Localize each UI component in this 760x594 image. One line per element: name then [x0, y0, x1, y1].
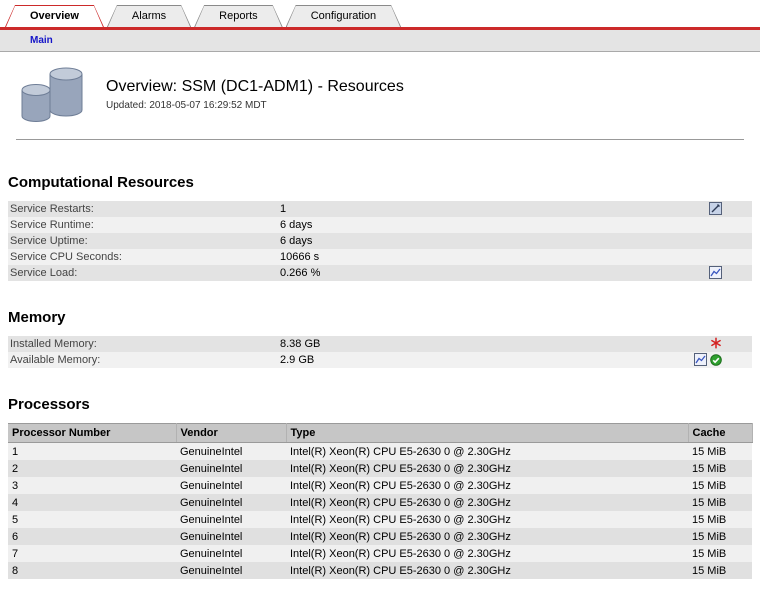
tab-overview[interactable]: Overview — [5, 5, 104, 27]
tab-bar: Overview Alarms Reports Configuration — [0, 0, 760, 30]
alarm-indicator-icon — [710, 337, 722, 349]
table-cell: 15 MiB — [688, 511, 752, 528]
processors-table: Processor NumberVendorTypeCache 1Genuine… — [8, 423, 753, 579]
table-cell: Intel(R) Xeon(R) CPU E5-2630 0 @ 2.30GHz — [286, 477, 688, 494]
table-cell: Intel(R) Xeon(R) CPU E5-2630 0 @ 2.30GHz — [286, 494, 688, 511]
attribute-value: 1 — [280, 201, 286, 217]
tab-overview-label: Overview — [6, 6, 103, 27]
table-cell: GenuineIntel — [176, 528, 286, 545]
table-cell: Intel(R) Xeon(R) CPU E5-2630 0 @ 2.30GHz — [286, 545, 688, 562]
computational-rows: Service Restarts: 1 Service Runtime: 6 days… — [8, 201, 752, 281]
table-cell: GenuineIntel — [176, 562, 286, 579]
attribute-row: Service Load: 0.266 % — [8, 265, 752, 281]
page-header: Overview: SSM (DC1-ADM1) - Resources Upd… — [16, 52, 744, 140]
attribute-label: Available Memory: — [8, 354, 100, 366]
attribute-row: Service Uptime: 6 days — [8, 233, 752, 249]
attribute-label: Service CPU Seconds: — [8, 251, 122, 263]
page-updated-timestamp: Updated: 2018-05-07 16:29:52 MDT — [106, 100, 404, 111]
column-header: Type — [286, 424, 688, 443]
table-row: 5GenuineIntelIntel(R) Xeon(R) CPU E5-263… — [8, 511, 752, 528]
table-cell: 15 MiB — [688, 460, 752, 477]
attribute-value: 2.9 GB — [280, 352, 314, 368]
table-cell: 15 MiB — [688, 562, 752, 579]
table-cell: 15 MiB — [688, 528, 752, 545]
attribute-value: 8.38 GB — [280, 336, 320, 352]
section-heading-processors: Processors — [8, 396, 752, 413]
table-cell: 7 — [8, 545, 176, 562]
table-cell: GenuineIntel — [176, 460, 286, 477]
attribute-label: Installed Memory: — [8, 338, 97, 350]
tab-alarms[interactable]: Alarms — [107, 5, 191, 27]
attribute-value: 6 days — [280, 217, 312, 233]
table-cell: 1 — [8, 443, 176, 461]
table-cell: Intel(R) Xeon(R) CPU E5-2630 0 @ 2.30GHz — [286, 511, 688, 528]
attribute-icons — [709, 202, 722, 215]
table-cell: Intel(R) Xeon(R) CPU E5-2630 0 @ 2.30GHz — [286, 528, 688, 545]
table-row: 4GenuineIntelIntel(R) Xeon(R) CPU E5-263… — [8, 494, 752, 511]
table-cell: GenuineIntel — [176, 443, 286, 461]
column-header: Vendor — [176, 424, 286, 443]
table-cell: 15 MiB — [688, 545, 752, 562]
edit-chart-icon[interactable] — [709, 202, 722, 215]
attribute-label: Service Runtime: — [8, 219, 94, 231]
table-row: 2GenuineIntelIntel(R) Xeon(R) CPU E5-263… — [8, 460, 752, 477]
status-ok-icon — [710, 354, 722, 366]
memory-rows: Installed Memory:8.38 GBAvailable Memory… — [8, 336, 752, 368]
table-cell: 15 MiB — [688, 477, 752, 494]
tab-reports[interactable]: Reports — [194, 5, 283, 27]
column-header: Cache — [688, 424, 752, 443]
tab-alarms-label: Alarms — [108, 6, 190, 27]
table-cell: GenuineIntel — [176, 545, 286, 562]
table-cell: Intel(R) Xeon(R) CPU E5-2630 0 @ 2.30GHz — [286, 443, 688, 461]
main-link[interactable]: Main — [30, 35, 53, 46]
table-cell: 15 MiB — [688, 443, 752, 461]
column-header: Processor Number — [8, 424, 176, 443]
attribute-row: Service Runtime: 6 days — [8, 217, 752, 233]
attribute-value: 10666 s — [280, 249, 319, 265]
tab-configuration[interactable]: Configuration — [286, 5, 401, 27]
table-row: 8GenuineIntelIntel(R) Xeon(R) CPU E5-263… — [8, 562, 752, 579]
attribute-icons — [694, 353, 722, 366]
attribute-row: Service CPU Seconds: 10666 s — [8, 249, 752, 265]
table-cell: 5 — [8, 511, 176, 528]
table-row: 6GenuineIntelIntel(R) Xeon(R) CPU E5-263… — [8, 528, 752, 545]
table-cell: 8 — [8, 562, 176, 579]
section-heading-memory: Memory — [8, 309, 752, 326]
attribute-label: Service Restarts: — [8, 203, 94, 215]
table-row: 7GenuineIntelIntel(R) Xeon(R) CPU E5-263… — [8, 545, 752, 562]
table-cell: 2 — [8, 460, 176, 477]
attribute-row: Available Memory: 2.9 GB — [8, 352, 752, 368]
table-cell: 3 — [8, 477, 176, 494]
chart-icon[interactable] — [694, 353, 707, 366]
table-cell: 4 — [8, 494, 176, 511]
attribute-row: Service Restarts: 1 — [8, 201, 752, 217]
table-cell: Intel(R) Xeon(R) CPU E5-2630 0 @ 2.30GHz — [286, 460, 688, 477]
table-cell: GenuineIntel — [176, 511, 286, 528]
attribute-label: Service Uptime: — [8, 235, 88, 247]
attribute-icons — [710, 337, 722, 349]
attribute-value: 6 days — [280, 233, 312, 249]
attribute-row: Installed Memory: 8.38 GB — [8, 336, 752, 352]
table-row: 3GenuineIntelIntel(R) Xeon(R) CPU E5-263… — [8, 477, 752, 494]
table-cell: GenuineIntel — [176, 494, 286, 511]
section-heading-computational: Computational Resources — [8, 174, 752, 191]
menu-bar: Main — [0, 30, 760, 52]
table-cell: 6 — [8, 528, 176, 545]
table-row: 1GenuineIntelIntel(R) Xeon(R) CPU E5-263… — [8, 443, 752, 461]
table-cell: 15 MiB — [688, 494, 752, 511]
attribute-label: Service Load: — [8, 267, 77, 279]
storage-cylinders-icon — [16, 64, 90, 129]
table-cell: Intel(R) Xeon(R) CPU E5-2630 0 @ 2.30GHz — [286, 562, 688, 579]
attribute-icons — [709, 266, 722, 279]
tab-reports-label: Reports — [195, 6, 282, 27]
page-title: Overview: SSM (DC1-ADM1) - Resources — [106, 78, 404, 96]
processors-table-header-row: Processor NumberVendorTypeCache — [8, 424, 752, 443]
tab-configuration-label: Configuration — [287, 6, 400, 27]
chart-icon[interactable] — [709, 266, 722, 279]
attribute-value: 0.266 % — [280, 265, 320, 281]
table-cell: GenuineIntel — [176, 477, 286, 494]
